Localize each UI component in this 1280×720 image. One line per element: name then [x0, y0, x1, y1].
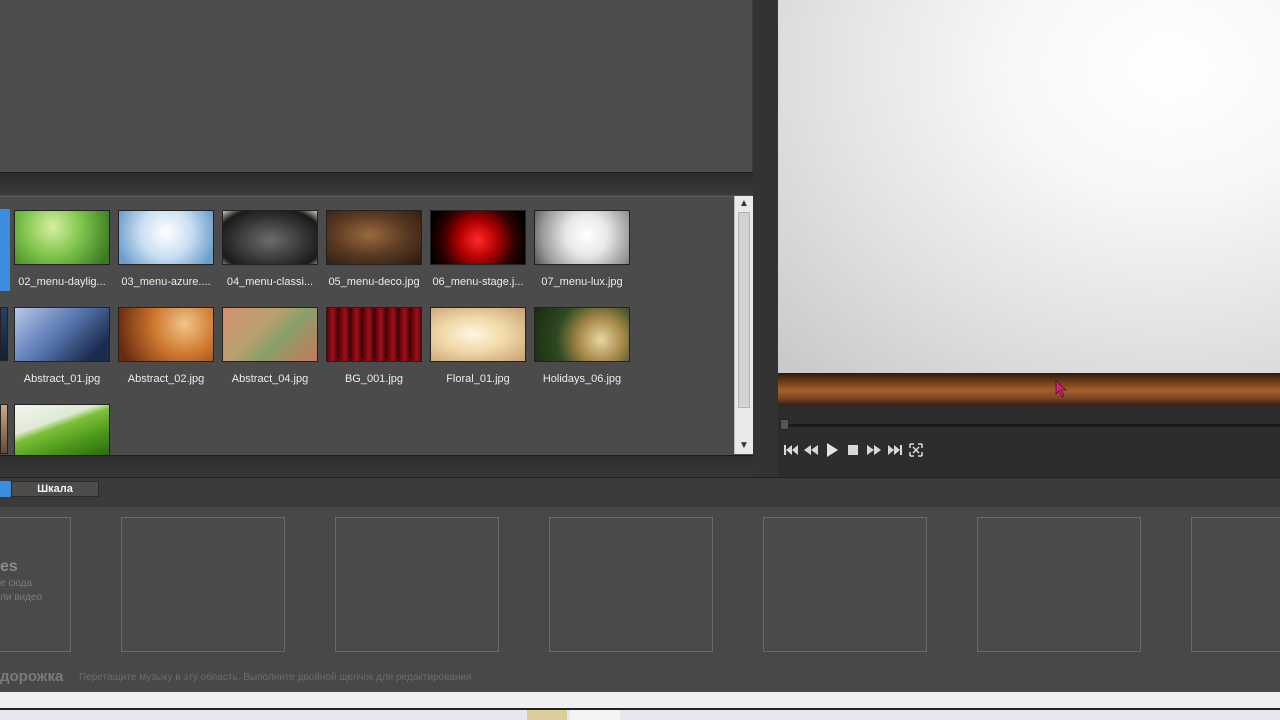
thumbnail-classic[interactable] [222, 210, 318, 265]
thumbnail-abstract-02[interactable] [118, 307, 214, 362]
tab-storyboard-partial[interactable] [0, 481, 11, 497]
storyboard-hint-line: ли видео [0, 592, 43, 603]
fullscreen-icon[interactable] [908, 440, 924, 460]
library-scrollbar[interactable]: ▲ ▼ [734, 196, 753, 454]
scrubber-handle[interactable] [780, 419, 789, 430]
storyboard-slot[interactable] [977, 517, 1141, 652]
thumbnail-caption: 04_menu-classi... [226, 276, 314, 288]
thumbnail-caption: 06_menu-stage.j... [432, 276, 524, 288]
thumbnail-caption: Holidays_06.jpg [542, 373, 622, 385]
vertical-divider[interactable] [753, 0, 778, 477]
thumbnail-azure[interactable] [118, 210, 214, 265]
thumbnail-deco[interactable] [326, 210, 422, 265]
thumbnail-holidays-06[interactable] [534, 307, 630, 362]
scrubber-track[interactable] [784, 424, 1280, 427]
transport-controls [778, 440, 938, 462]
thumbnail-abstract-04[interactable] [222, 307, 318, 362]
preview-floor-strip [778, 373, 1280, 405]
taskbar-item[interactable] [570, 710, 620, 720]
selected-item-edge[interactable] [0, 209, 10, 291]
scroll-down-icon[interactable]: ▼ [735, 438, 753, 454]
media-library: 02_menu-daylig... 03_menu-azure.... 04_m… [0, 196, 752, 456]
thumbnail-abstract-01[interactable] [14, 307, 110, 362]
storyboard-hint-line: е сюда [0, 578, 33, 589]
thumbnail-caption: 05_menu-deco.jpg [328, 276, 420, 288]
thumbnail-caption: BG_001.jpg [344, 373, 404, 385]
thumbnail-partial-row3[interactable] [14, 404, 110, 456]
top-panel [0, 0, 753, 172]
skip-end-icon[interactable] [886, 440, 904, 460]
tab-timeline[interactable]: Шкала [11, 481, 99, 497]
audio-track-hint: Перетащите музыку в эту область. Выполни… [79, 672, 472, 683]
thumbnail-caption: 03_menu-azure.... [121, 276, 211, 288]
skip-start-icon[interactable] [782, 440, 800, 460]
library-bottom-bar [0, 455, 753, 478]
thumbnail-partial[interactable] [0, 307, 8, 361]
audio-track-label: дорожка [0, 668, 64, 685]
scroll-up-icon[interactable]: ▲ [735, 196, 753, 212]
scrollbar-thumb[interactable] [738, 212, 750, 408]
thumbnail-floral-01[interactable] [430, 307, 526, 362]
storyboard-slot[interactable] [121, 517, 285, 652]
stop-icon[interactable] [846, 440, 860, 460]
storyboard-hint-title: es [0, 558, 18, 575]
thumbnail-caption: 07_menu-lux.jpg [541, 276, 623, 288]
taskbar-item[interactable] [527, 710, 567, 720]
thumbnail-stage[interactable] [430, 210, 526, 265]
thumbnail-caption: Floral_01.jpg [446, 373, 510, 385]
panel-separator-bar [0, 172, 753, 195]
thumbnail-bg-001[interactable] [326, 307, 422, 362]
taskbar-band [0, 710, 1280, 720]
storyboard-slot[interactable] [763, 517, 927, 652]
storyboard-slot[interactable] [335, 517, 499, 652]
thumbnail-daylight[interactable] [14, 210, 110, 265]
thumbnail-lux[interactable] [534, 210, 630, 265]
playback-scrubber[interactable] [778, 419, 1280, 431]
thumbnail-caption: 02_menu-daylig... [18, 276, 106, 288]
bottom-strip [0, 692, 1280, 720]
thumbnail-caption: Abstract_04.jpg [231, 373, 309, 385]
thumbnail-caption: Abstract_01.jpg [23, 373, 101, 385]
panel-splitter[interactable] [0, 477, 1280, 508]
thumbnail-caption: Abstract_02.jpg [127, 373, 205, 385]
thumbnail-partial[interactable] [0, 404, 8, 454]
storyboard-slot[interactable] [1191, 517, 1280, 652]
play-icon[interactable] [824, 440, 840, 460]
fast-forward-icon[interactable] [865, 440, 883, 460]
preview-image [778, 0, 1280, 373]
rewind-icon[interactable] [802, 440, 820, 460]
storyboard-slot[interactable] [549, 517, 713, 652]
